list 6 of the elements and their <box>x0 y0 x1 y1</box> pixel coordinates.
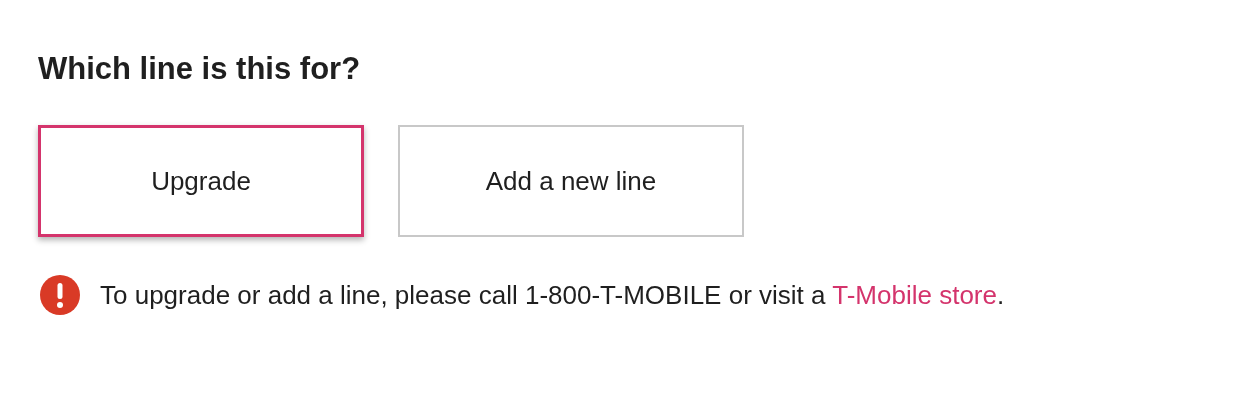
section-heading: Which line is this for? <box>38 50 362 88</box>
line-option-button[interactable]: Add a new line <box>398 125 744 238</box>
alert-icon <box>40 275 80 316</box>
notice-text: To upgrade or add a line, please call 1-800-T-MOBILE or visit a T-Mobile store. <box>100 279 1006 313</box>
line-option-button[interactable]: Upgrade <box>38 125 364 238</box>
store-link[interactable]: T-Mobile store <box>832 280 997 311</box>
